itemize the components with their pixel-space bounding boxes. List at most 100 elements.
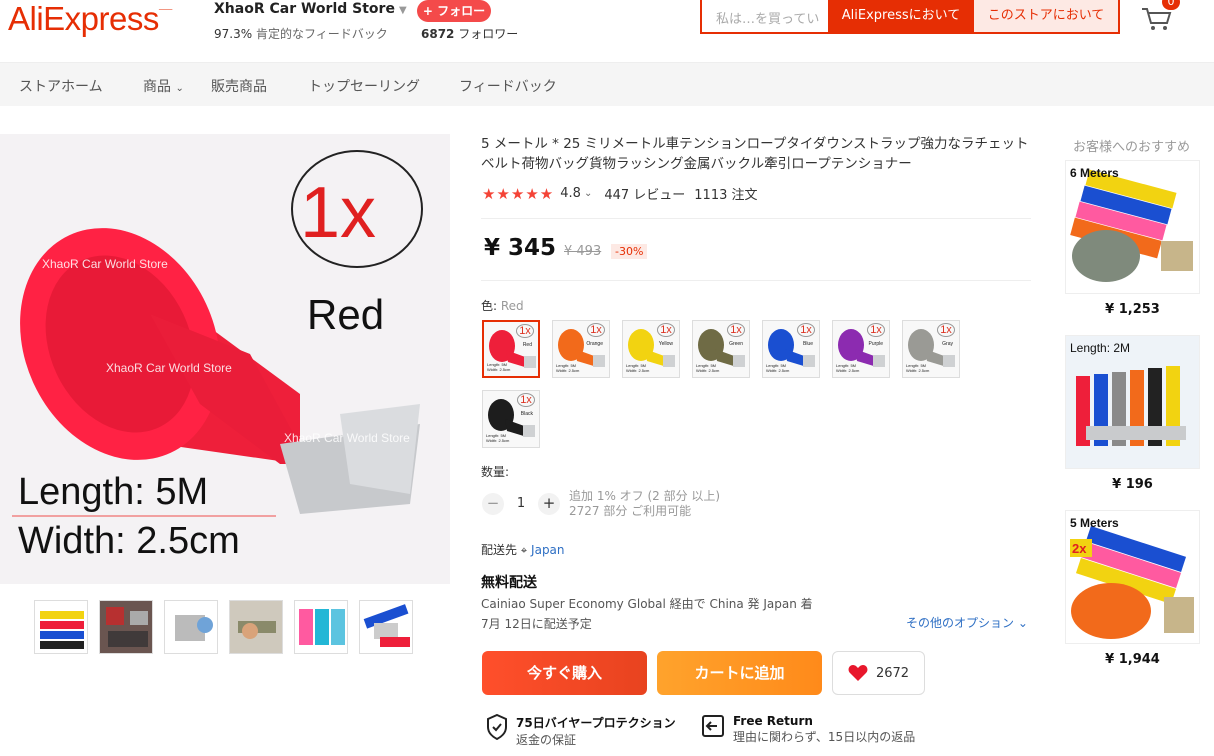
follow-button[interactable]: + フォロー xyxy=(417,0,491,22)
swatch-color-name: Orange xyxy=(586,341,603,347)
color-swatch-gray[interactable]: 1x Gray Length: 5M Width: 2.5cm xyxy=(902,320,960,378)
nav-sale-items[interactable]: 販売商品 xyxy=(211,76,267,96)
nav-feedback[interactable]: フィードバック xyxy=(459,76,557,96)
store-name[interactable]: XhaoR Car World Store ▼ xyxy=(214,1,407,17)
divider xyxy=(481,218,1031,219)
swatch-color-name: Blue xyxy=(802,341,813,347)
search-bar: 私は…を買ってい AliExpressにおいて このストアにおいて xyxy=(700,0,1120,34)
swatch-badge: 1x xyxy=(727,323,745,337)
svg-text:5 Meters: 5 Meters xyxy=(1070,516,1119,530)
delivery-estimate: 7月 12日に配送予定 xyxy=(481,617,592,631)
watermark-2: XhaoR Car World Store xyxy=(106,361,232,375)
heart-icon xyxy=(848,665,868,681)
quantity-note: 追加 1% オフ (2 部分 以上) 2727 部分 ご利用可能 xyxy=(569,489,721,518)
nav-top-selling[interactable]: トップセーリング xyxy=(308,76,420,96)
swatch-badge: 1x xyxy=(657,323,675,337)
swatch-badge: 1x xyxy=(516,324,534,338)
chevron-down-icon: ▼ xyxy=(398,5,407,16)
order-count: 1113 注文 xyxy=(694,188,758,203)
nav-store-home[interactable]: ストアホーム xyxy=(19,76,103,96)
recommend-image: 6 Meters xyxy=(1066,161,1199,293)
recommend-item[interactable]: 5 Meters 2x xyxy=(1065,510,1200,644)
followers: 6872 フォロワー xyxy=(421,27,519,41)
color-label: 色: Red xyxy=(481,299,524,313)
current-price: ¥ 345 xyxy=(484,235,557,261)
divider xyxy=(481,280,1031,281)
search-input[interactable]: 私は…を買ってい xyxy=(702,0,828,32)
cart-count-badge: 0 xyxy=(1162,0,1180,10)
ship-to: 配送先 ⌖ Japan xyxy=(481,543,565,557)
chevron-down-icon: ⌄ xyxy=(175,83,184,94)
aliexpress-logo[interactable]: AliExpress—— xyxy=(8,0,172,38)
swatch-dims: Length: 5M Width: 2.5cm xyxy=(626,363,650,373)
quantity-badge-text: 1x xyxy=(300,173,376,253)
store-feedback: 97.3% 肯定的なフィードバック xyxy=(214,27,388,41)
swatch-color-name: Black xyxy=(520,411,533,417)
thumbnail[interactable] xyxy=(229,600,283,654)
quantity-increase-button[interactable]: + xyxy=(538,493,560,515)
color-swatch-green[interactable]: 1x Green Length: 5M Width: 2.5cm xyxy=(692,320,750,378)
recommend-image: 5 Meters 2x xyxy=(1066,511,1199,643)
rating-value[interactable]: 4.8 xyxy=(560,186,581,201)
product-title: 5 メートル * 25 ミリメートル車テンションロープタイダウンストラップ強力な… xyxy=(481,136,1029,172)
recommend-price: ¥ 196 xyxy=(1112,477,1153,492)
ship-country-link[interactable]: Japan xyxy=(531,543,564,557)
quantity-input[interactable]: 1 xyxy=(512,496,530,511)
color-swatch-red[interactable]: 1x Red Length: 5M Width: 2.5cm xyxy=(482,320,540,378)
svg-text:Length: 2M: Length: 2M xyxy=(1070,341,1130,355)
swatch-dims: Length: 5M Width: 2.5cm xyxy=(836,363,860,373)
recommend-price: ¥ 1,944 xyxy=(1105,652,1160,667)
recommend-title: お客様へのおすすめ xyxy=(1073,140,1191,155)
color-text: Red xyxy=(307,291,384,338)
swatch-color-name: Red xyxy=(522,342,532,348)
chevron-down-icon[interactable]: ⌄ xyxy=(584,188,592,199)
recommend-item[interactable]: Length: 2M xyxy=(1065,335,1200,469)
nav-products[interactable]: 商品 ⌄ xyxy=(143,76,184,96)
thumbnail[interactable] xyxy=(99,600,153,654)
quantity-decrease-button[interactable]: − xyxy=(482,493,504,515)
color-swatch-black[interactable]: 1x Black Length: 5M Width: 2.5cm xyxy=(482,390,540,448)
svg-text:2x: 2x xyxy=(1072,541,1087,556)
buy-now-button[interactable]: 今すぐ購入 xyxy=(482,651,647,695)
swatch-dims: Length: 5M Width: 2.5cm xyxy=(486,433,510,443)
search-aliexpress-button[interactable]: AliExpressにおいて xyxy=(828,0,974,32)
thumbnail[interactable] xyxy=(164,600,218,654)
search-store-button[interactable]: このストアにおいて xyxy=(974,0,1118,32)
product-photo: 1x Red XhaoR Car World Store XhaoR Car W… xyxy=(0,134,450,584)
recommend-item[interactable]: 6 Meters xyxy=(1065,160,1200,294)
main-product-image[interactable]: 1x Red XhaoR Car World Store XhaoR Car W… xyxy=(0,134,450,584)
swatch-dims: Length: 5M Width: 2.5cm xyxy=(696,363,720,373)
length-text: Length: 5M xyxy=(18,471,208,513)
free-return[interactable]: Free Return 理由に関わらず、15日以内の返品 xyxy=(701,714,915,745)
swatch-badge: 1x xyxy=(867,323,885,337)
watermark-3: XhaoR Car World Store xyxy=(284,431,410,445)
swatch-dims: Length: 5M Width: 2.5cm xyxy=(766,363,790,373)
swatch-color-name: Purple xyxy=(868,341,883,347)
recommend-price: ¥ 1,253 xyxy=(1105,302,1160,317)
swatch-badge: 1x xyxy=(797,323,815,337)
return-icon xyxy=(702,715,724,737)
color-swatch-purple[interactable]: 1x Purple Length: 5M Width: 2.5cm xyxy=(832,320,890,378)
discount-badge: -30% xyxy=(611,244,648,259)
rating-row: ★★★★★ 4.8 ⌄ 447 レビュー 1113 注文 xyxy=(482,184,758,204)
original-price: ¥ 493 xyxy=(564,244,602,259)
swatch-dims: Length: 5M Width: 2.5cm xyxy=(556,363,580,373)
swatch-badge: 1x xyxy=(937,323,955,337)
add-to-cart-button[interactable]: カートに追加 xyxy=(657,651,822,695)
review-count[interactable]: 447 レビュー xyxy=(604,184,685,203)
thumbnail[interactable] xyxy=(34,600,88,654)
recommend-image: Length: 2M xyxy=(1066,336,1199,468)
color-swatch-blue[interactable]: 1x Blue Length: 5M Width: 2.5cm xyxy=(762,320,820,378)
thumbnail[interactable] xyxy=(359,600,413,654)
free-shipping: 無料配送 xyxy=(481,575,537,591)
color-swatch-yellow[interactable]: 1x Yellow Length: 5M Width: 2.5cm xyxy=(622,320,680,378)
wishlist-button[interactable]: 2672 xyxy=(832,651,925,695)
more-shipping-options[interactable]: その他のオプション ⌄ xyxy=(906,614,1028,631)
wishlist-count: 2672 xyxy=(875,665,910,681)
shipping-via: Cainiao Super Economy Global 経由で China 発… xyxy=(481,597,813,611)
watermark-1: XhaoR Car World Store xyxy=(42,257,168,271)
chevron-down-icon: ⌄ xyxy=(1017,616,1028,630)
color-swatch-orange[interactable]: 1x Orange Length: 5M Width: 2.5cm xyxy=(552,320,610,378)
buyer-protection[interactable]: 75日バイヤープロテクション 返金の保証 xyxy=(486,714,676,748)
thumbnail[interactable] xyxy=(294,600,348,654)
